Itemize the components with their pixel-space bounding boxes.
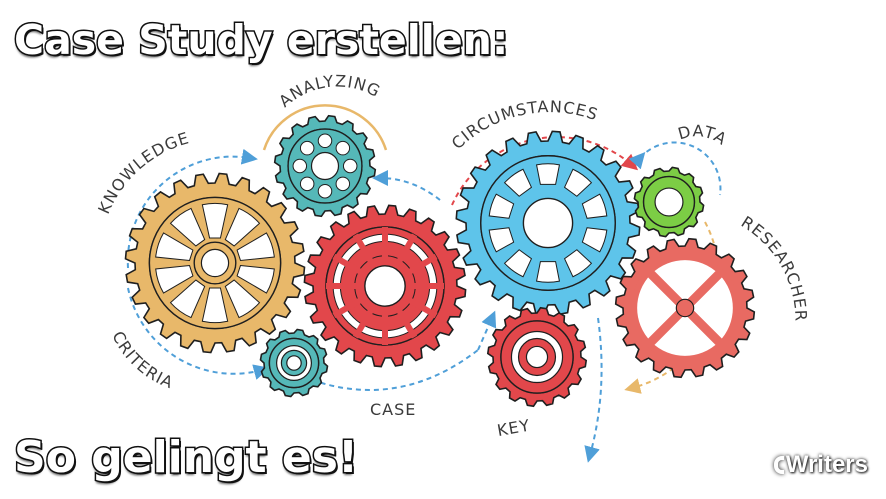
label-key: KEY [496, 416, 532, 441]
gear-researcher [614, 237, 756, 379]
gear-diagram: KNOWLEDGE ANALYZING CIRCUMSTANCES DATA R… [94, 71, 811, 463]
gear-knowledge [124, 172, 306, 354]
gear-key [486, 306, 588, 408]
label-researcher: RESEARCHER [738, 212, 811, 322]
gear-analyzing [273, 114, 377, 218]
gear-case [303, 204, 467, 368]
brand-logo: Writers [773, 451, 868, 479]
brand-mark-icon [773, 456, 784, 474]
gear-data [633, 166, 705, 238]
headline-top: Case Study erstellen: [12, 15, 509, 66]
gear-circumstances [455, 130, 641, 316]
headline-bottom: So gelingt es! [12, 431, 359, 485]
connector-analyzing-case [372, 170, 441, 201]
label-data: DATA [676, 121, 731, 149]
label-case: CASE [370, 400, 416, 419]
brand-name: Writers [785, 451, 868, 478]
gear-criteria-small [259, 328, 329, 398]
connector-key [584, 317, 603, 463]
connector-case-up [477, 310, 497, 351]
